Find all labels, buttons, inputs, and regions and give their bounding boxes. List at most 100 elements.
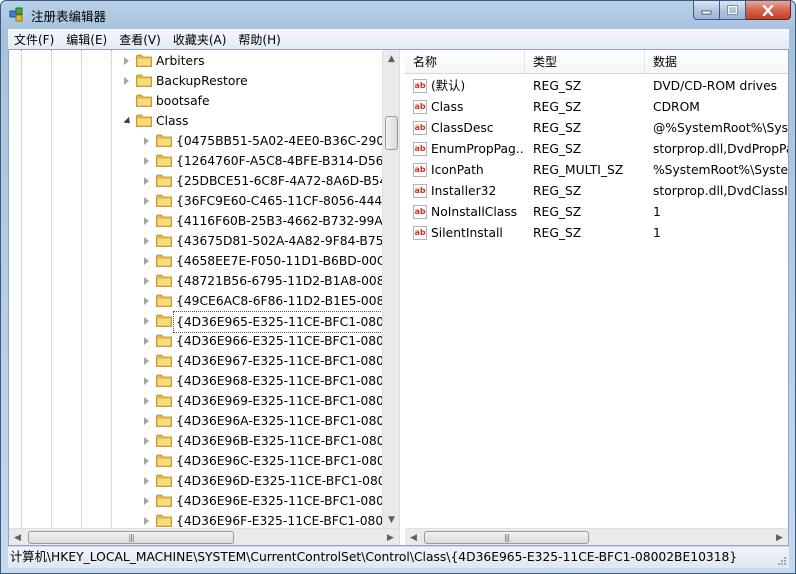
list-item[interactable]: ab Installer32 REG_SZ storprop.dll,DvdClass…: [405, 181, 788, 202]
expand-closed-icon[interactable]: [124, 57, 129, 65]
menu-view[interactable]: 查看(V): [113, 31, 167, 48]
value-name: EnumPropPag...: [431, 142, 525, 156]
expand-closed-icon[interactable]: [144, 337, 149, 345]
scroll-left-button[interactable]: ◀: [9, 529, 26, 545]
status-path: 计算机\HKEY_LOCAL_MACHINE\SYSTEM\CurrentCon…: [10, 550, 738, 564]
tree-item[interactable]: Class: [9, 111, 381, 131]
list-item[interactable]: ab (默认) REG_SZ DVD/CD-ROM drives: [405, 76, 788, 97]
expand-closed-icon[interactable]: [144, 217, 149, 225]
tree-item[interactable]: Arbiters: [9, 51, 381, 71]
folder-icon: [156, 394, 172, 407]
scroll-thumb[interactable]: |||: [424, 531, 589, 544]
expand-closed-icon[interactable]: [124, 77, 129, 85]
expand-open-icon[interactable]: [123, 116, 133, 127]
tree-item[interactable]: BackupRestore: [9, 71, 381, 91]
tree-item[interactable]: {25DBCE51-6C8F-4A72-8A6D-B54C2E: [9, 171, 399, 191]
expand-closed-icon[interactable]: [144, 137, 149, 145]
column-type-header[interactable]: 类型: [525, 50, 645, 74]
tree-item-label: Arbiters: [156, 54, 205, 68]
expand-closed-icon[interactable]: [144, 197, 149, 205]
tree-item[interactable]: {4116F60B-25B3-4662-B732-99A6111: [9, 211, 399, 231]
minimize-icon: [701, 10, 712, 14]
expand-closed-icon[interactable]: [144, 317, 149, 325]
tree-item[interactable]: {48721B56-6795-11D2-B1A8-0080C72: [9, 271, 399, 291]
menu-favorites[interactable]: 收藏夹(A): [167, 31, 233, 48]
title-bar[interactable]: 注册表编辑器: [1, 1, 795, 27]
value-data: CDROM: [653, 100, 700, 114]
maximize-button[interactable]: [720, 1, 746, 20]
tree-item[interactable]: {1264760F-A5C8-4BFE-B314-D56A7B4: [9, 151, 399, 171]
expand-closed-icon[interactable]: [144, 477, 149, 485]
grip-icon: |||: [128, 533, 134, 542]
expand-closed-icon[interactable]: [144, 437, 149, 445]
tree-item[interactable]: {36FC9E60-C465-11CF-8056-4445535: [9, 191, 399, 211]
folder-icon: [136, 54, 152, 67]
tree-item[interactable]: {43675D81-502A-4A82-9F84-B75F418: [9, 231, 399, 251]
resize-grip-icon[interactable]: [777, 556, 787, 566]
expand-closed-icon[interactable]: [144, 357, 149, 365]
tree-item[interactable]: {4D36E967-E325-11CE-BFC1-08002BE: [9, 351, 399, 371]
expand-closed-icon[interactable]: [144, 517, 149, 525]
tree-item[interactable]: {4D36E969-E325-11CE-BFC1-08002BE: [9, 391, 399, 411]
list-item[interactable]: ab NoInstallClass REG_SZ 1: [405, 202, 788, 223]
tree-item[interactable]: {4D36E966-E325-11CE-BFC1-08002BE: [9, 331, 399, 351]
registry-tree: Arbiters BackupRestore bootsafe Class {0475B…: [9, 50, 400, 545]
menu-file[interactable]: 文件(F): [8, 31, 60, 48]
tree-item[interactable]: {4D36E965-E325-11CE-BFC1-08002BE: [9, 311, 399, 333]
tree-item[interactable]: {49CE6AC8-6F86-11D2-B1E5-0080C72: [9, 291, 399, 311]
expand-closed-icon[interactable]: [144, 397, 149, 405]
scroll-up-button[interactable]: ▲: [383, 50, 399, 67]
expand-closed-icon[interactable]: [144, 457, 149, 465]
tree-horizontal-scrollbar[interactable]: ◀ ||| ▶: [9, 528, 399, 545]
expand-closed-icon[interactable]: [144, 497, 149, 505]
column-data-header[interactable]: 数据: [645, 50, 788, 74]
tree-item-label: {48721B56-6795-11D2-B1A8-0080C72: [176, 274, 400, 288]
client-area: Arbiters BackupRestore bootsafe Class {0475B…: [8, 49, 789, 546]
list-item[interactable]: ab IconPath REG_MULTI_SZ %SystemRoot%\Syste…: [405, 160, 788, 181]
list-item[interactable]: ab SilentInstall REG_SZ 1: [405, 223, 788, 244]
window: 注册表编辑器 文件(F) 编辑(E) 查看(V) 收藏夹(A) 帮助(H) Ar…: [0, 0, 796, 574]
scroll-right-button[interactable]: ▶: [382, 529, 399, 545]
tree-vertical-scrollbar[interactable]: ▲ ▼: [382, 50, 399, 528]
tree-item[interactable]: {4D36E96B-E325-11CE-BFC1-08002BE: [9, 431, 399, 451]
expand-closed-icon[interactable]: [144, 417, 149, 425]
arrow-left-icon: ◀: [14, 532, 21, 543]
expand-closed-icon[interactable]: [144, 177, 149, 185]
expand-closed-icon[interactable]: [144, 277, 149, 285]
folder-icon: [156, 434, 172, 447]
scroll-right-button[interactable]: ▶: [771, 529, 788, 545]
scroll-thumb[interactable]: |||: [28, 531, 234, 544]
list-item[interactable]: ab ClassDesc REG_SZ @%SystemRoot%\Syste: [405, 118, 788, 139]
tree-item[interactable]: {4D36E968-E325-11CE-BFC1-08002BE: [9, 371, 399, 391]
menu-help[interactable]: 帮助(H): [232, 31, 286, 48]
tree-item[interactable]: {0475BB51-5A02-4EE0-B36C-29040FA: [9, 131, 399, 151]
expand-closed-icon[interactable]: [144, 377, 149, 385]
menu-edit[interactable]: 编辑(E): [60, 31, 113, 48]
expand-closed-icon[interactable]: [144, 237, 149, 245]
tree-item[interactable]: {4D36E96E-E325-11CE-BFC1-08002BE: [9, 491, 399, 511]
minimize-button[interactable]: [693, 1, 720, 20]
status-bar: 计算机\HKEY_LOCAL_MACHINE\SYSTEM\CurrentCon…: [8, 547, 789, 568]
tree-item[interactable]: {4658EE7E-F050-11D1-B6BD-00C04FA: [9, 251, 399, 271]
value-type: REG_SZ: [533, 79, 582, 93]
scroll-thumb[interactable]: [385, 116, 398, 150]
string-value-icon: ab: [413, 226, 427, 240]
expand-closed-icon[interactable]: [144, 297, 149, 305]
value-type: REG_MULTI_SZ: [533, 163, 624, 177]
tree-item[interactable]: {4D36E96D-E325-11CE-BFC1-08002BE: [9, 471, 399, 491]
list-item[interactable]: ab EnumPropPag... REG_SZ storprop.dll,DvdPr…: [405, 139, 788, 160]
scroll-down-button[interactable]: ▼: [383, 511, 399, 528]
list-horizontal-scrollbar[interactable]: ◀ ||| ▶: [405, 528, 788, 545]
expand-closed-icon[interactable]: [144, 157, 149, 165]
scroll-left-button[interactable]: ◀: [405, 529, 422, 545]
tree-item-label: {36FC9E60-C465-11CF-8056-4445535: [176, 194, 400, 208]
tree-item[interactable]: bootsafe: [9, 91, 381, 111]
list-item[interactable]: ab Class REG_SZ CDROM: [405, 97, 788, 118]
tree-item[interactable]: {4D36E96A-E325-11CE-BFC1-08002BE: [9, 411, 399, 431]
folder-icon: [156, 254, 172, 267]
expand-closed-icon[interactable]: [144, 257, 149, 265]
tree-item[interactable]: {4D36E96C-E325-11CE-BFC1-08002BE: [9, 451, 399, 471]
close-button[interactable]: [746, 1, 791, 20]
tree-item-label: {4D36E96A-E325-11CE-BFC1-08002BE: [176, 414, 400, 428]
column-name-header[interactable]: 名称: [405, 50, 525, 74]
